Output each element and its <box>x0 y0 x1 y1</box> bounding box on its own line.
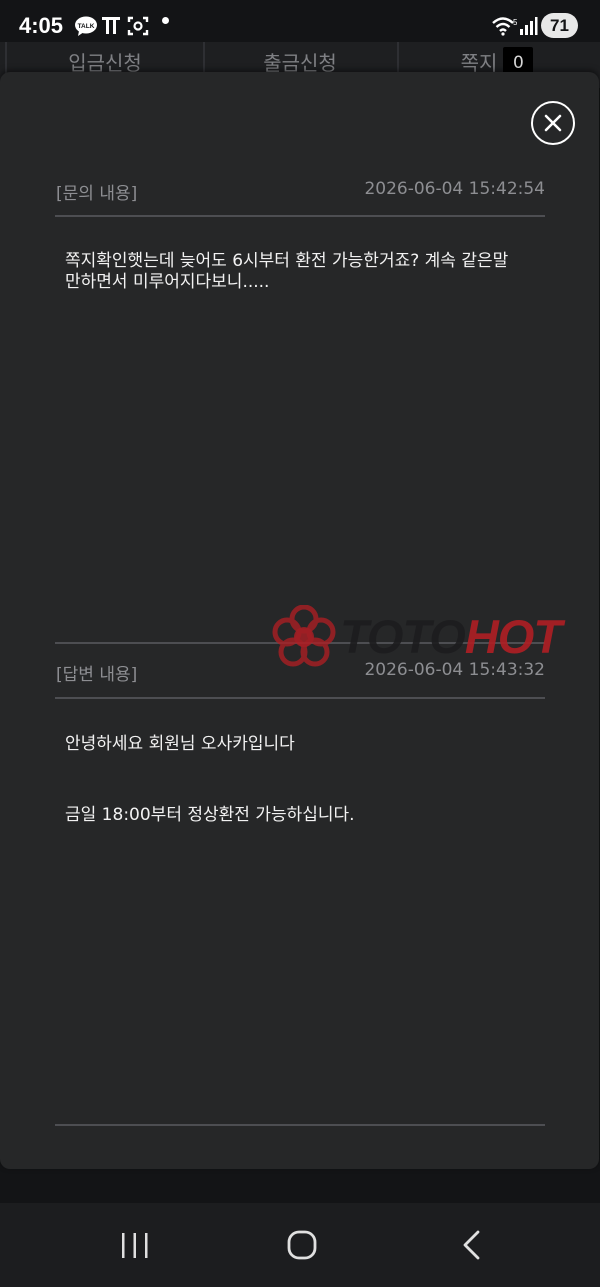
status-time: 4:05 <box>19 13 64 38</box>
svg-text:TALK: TALK <box>78 23 95 30</box>
home-button[interactable] <box>282 1229 322 1265</box>
back-button[interactable] <box>452 1229 492 1265</box>
answer-date: 2026-06-04 15:43:32 <box>364 660 545 680</box>
divider <box>55 215 545 217</box>
wifi-icon: 5 <box>492 17 517 36</box>
signal-icon <box>520 17 538 35</box>
back-icon <box>463 1230 480 1260</box>
divider <box>55 697 545 699</box>
flower-logo-icon <box>272 605 336 667</box>
answer-line-1: 안녕하세요 회원님 오사카입니다 <box>65 734 295 754</box>
recent-apps-icon <box>122 1233 148 1258</box>
watermark-text-toto: TOTO <box>340 610 466 663</box>
battery-indicator: 71 <box>541 13 578 38</box>
close-button[interactable] <box>531 101 575 145</box>
inquiry-date: 2026-06-04 15:42:54 <box>364 179 545 199</box>
answer-title: [답변 내용] <box>56 665 138 685</box>
recent-apps-button[interactable] <box>115 1229 155 1265</box>
answer-line-2: 금일 18:00부터 정상환전 가능하십니다. <box>65 805 355 825</box>
notification-dot-icon <box>162 17 169 24</box>
inquiry-title: [문의 내용] <box>56 184 138 204</box>
home-icon <box>287 1230 317 1260</box>
inquiry-body: 쪽지확인햇는데 늦어도 6시부터 환전 가능한거죠? 계속 같은말 만하면서 미… <box>65 251 509 292</box>
scan-icon <box>127 16 149 36</box>
talk-icon: TALK <box>75 16 97 36</box>
system-navigation-bar <box>0 1203 600 1287</box>
watermark-text-hot: HOT <box>464 610 562 663</box>
svg-text:5: 5 <box>513 18 517 27</box>
close-icon <box>544 114 562 132</box>
divider <box>55 1124 545 1126</box>
t-icon <box>102 17 120 34</box>
